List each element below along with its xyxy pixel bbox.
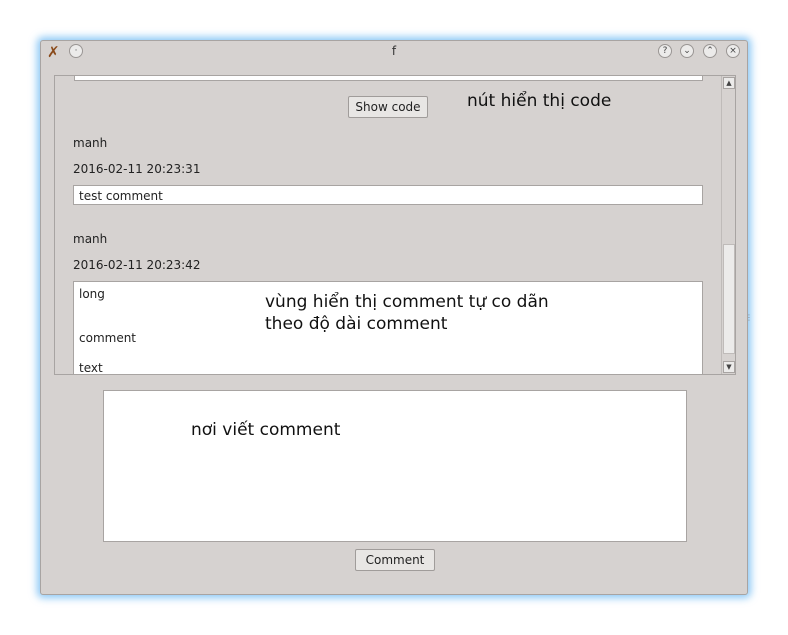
show-code-button[interactable]: Show code: [348, 96, 428, 118]
help-button[interactable]: ?: [658, 44, 672, 58]
maximize-button[interactable]: ⌃: [703, 44, 717, 58]
comment-line: comment: [79, 331, 137, 345]
comment-line: text: [79, 361, 103, 375]
annotation-write-area: nơi viết comment: [191, 420, 341, 440]
comment-input[interactable]: [103, 390, 687, 542]
comment-timestamp: 2016-02-11 20:23:31: [73, 162, 201, 176]
title-bar: ✗ · f ? ⌄ ⌃ ×: [41, 41, 747, 63]
scroll-up-icon[interactable]: ▲: [723, 77, 735, 89]
comment-author: manh: [73, 232, 108, 246]
app-window: ✗ · f ? ⌄ ⌃ × Show code manh 2016-02-11 …: [40, 40, 753, 595]
minimize-button[interactable]: ⌄: [680, 44, 694, 58]
comment-timestamp: 2016-02-11 20:23:42: [73, 258, 201, 272]
annotation-comment-area-line2: theo độ dài comment: [265, 314, 448, 334]
annotation-comment-area-line1: vùng hiển thị comment tự co dãn: [265, 292, 549, 312]
comment-text-box: test comment: [73, 185, 703, 205]
scrollbar-thumb[interactable]: [723, 244, 735, 354]
comment-submit-button[interactable]: Comment: [355, 549, 435, 571]
comment-line: long: [79, 287, 105, 301]
scroll-down-icon[interactable]: ▼: [723, 361, 735, 373]
window-title: f: [391, 44, 397, 58]
vertical-scrollbar[interactable]: ▲ ▼: [721, 76, 735, 374]
annotation-show-code: nút hiển thị code: [467, 91, 612, 111]
close-button[interactable]: ×: [726, 44, 740, 58]
comment-author: manh: [73, 136, 108, 150]
code-display-box: [74, 76, 703, 81]
comment-line: test comment: [79, 189, 163, 203]
splitter-grip-icon[interactable]: ⋮: [745, 313, 753, 322]
